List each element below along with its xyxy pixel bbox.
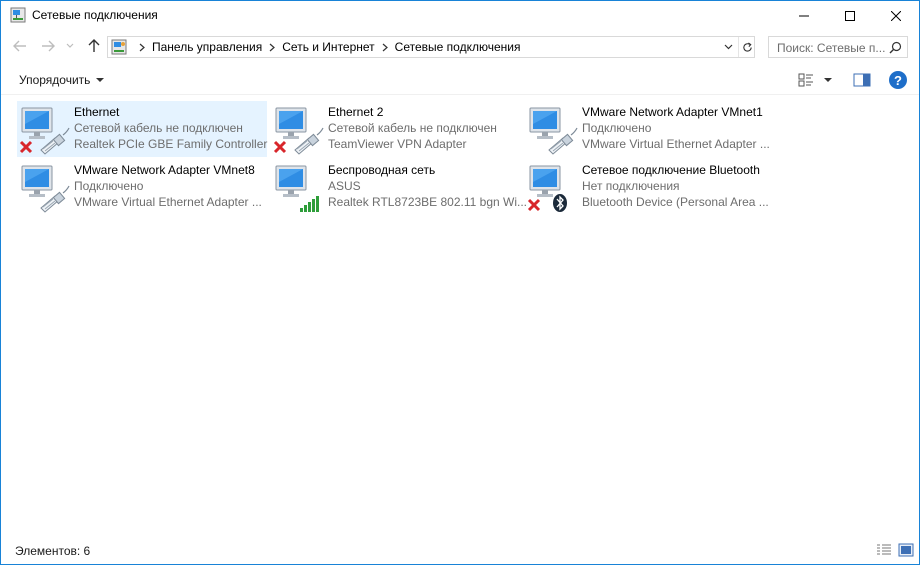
- chevron-right-icon: [139, 43, 145, 51]
- organize-button[interactable]: Упорядочить: [19, 73, 105, 87]
- control-panel-icon: [111, 39, 127, 55]
- bluetooth-adapter-icon: [527, 165, 567, 212]
- organize-label: Упорядочить: [19, 73, 91, 87]
- breadcrumb-item-network-internet[interactable]: Сеть и Интернет: [282, 40, 374, 54]
- chevron-down-icon: [724, 44, 732, 50]
- connection-status: ASUS: [328, 179, 361, 193]
- explorer-window: Сетевые подключения Панель управления Се…: [0, 0, 920, 565]
- ethernet-adapter-icon: [19, 107, 70, 155]
- connection-status: Подключено: [582, 121, 652, 135]
- connection-status: Сетевой кабель не подключен: [74, 121, 243, 135]
- arrow-up-icon: [88, 39, 100, 52]
- chevron-down-icon: [66, 43, 74, 48]
- disconnected-x-icon: [273, 140, 287, 154]
- maximize-button[interactable]: [827, 1, 873, 31]
- connection-name: VMware Network Adapter VMnet1: [582, 105, 763, 119]
- connection-item[interactable]: VMware Network Adapter VMnet1 Подключено V…: [525, 101, 775, 157]
- command-bar: Упорядочить ?: [1, 65, 919, 95]
- connection-text: VMware Network Adapter VMnet8 Подключено V…: [74, 162, 262, 210]
- help-icon[interactable]: ?: [889, 71, 907, 89]
- large-icons-view-icon[interactable]: [898, 543, 914, 557]
- breadcrumb-separator[interactable]: [139, 43, 145, 52]
- search-box[interactable]: Поиск: Сетевые п...: [768, 36, 908, 58]
- title-bar[interactable]: Сетевые подключения: [1, 1, 919, 31]
- connection-name: Ethernet: [74, 105, 120, 119]
- address-bar[interactable]: Панель управления Сеть и Интернет Сетевы…: [107, 36, 755, 58]
- ethernet-adapter-icon: [529, 107, 578, 155]
- forward-button[interactable]: [37, 35, 59, 57]
- connection-item[interactable]: Ethernet 2 Сетевой кабель не подключен Tea…: [271, 101, 521, 157]
- wifi-signal-icon: [300, 196, 319, 212]
- connection-text: Сетевое подключение Bluetooth Нет подключ…: [582, 162, 769, 210]
- connections-list: Ethernet Сетевой кабель не подключен Realt…: [1, 97, 919, 537]
- view-options-caret-icon[interactable]: [824, 78, 832, 82]
- connection-item[interactable]: Сетевое подключение Bluetooth Нет подключ…: [525, 159, 775, 215]
- item-count: Элементов: 6: [15, 544, 91, 558]
- connection-item[interactable]: Ethernet Сетевой кабель не подключен Realt…: [17, 101, 267, 157]
- minimize-button[interactable]: [781, 1, 827, 31]
- refresh-button[interactable]: [738, 37, 755, 57]
- up-button[interactable]: [83, 35, 105, 57]
- ethernet-adapter-icon: [273, 107, 324, 155]
- preview-pane-icon[interactable]: [853, 72, 871, 88]
- connection-device: TeamViewer VPN Adapter: [328, 137, 467, 151]
- connection-text: Ethernet 2 Сетевой кабель не подключен Tea…: [328, 104, 497, 152]
- close-button[interactable]: [873, 1, 919, 31]
- maximize-icon: [845, 11, 855, 21]
- connection-status: Нет подключения: [582, 179, 680, 193]
- disconnected-x-icon: [19, 140, 33, 154]
- connection-status: Сетевой кабель не подключен: [328, 121, 497, 135]
- chevron-right-icon: [269, 43, 276, 51]
- bluetooth-icon: [553, 194, 567, 212]
- connection-device: VMware Virtual Ethernet Adapter ...: [582, 137, 770, 151]
- connection-text: Ethernet Сетевой кабель не подключен Realt…: [74, 104, 267, 152]
- network-connections-icon: [10, 7, 26, 23]
- caret-down-icon: [96, 78, 105, 82]
- wireless-adapter-icon: [275, 165, 319, 212]
- arrow-left-icon: [13, 40, 26, 52]
- details-view-icon[interactable]: [876, 543, 892, 557]
- connection-text: VMware Network Adapter VMnet1 Подключено V…: [582, 104, 770, 152]
- window-title: Сетевые подключения: [32, 8, 158, 22]
- breadcrumb-separator[interactable]: [269, 43, 276, 52]
- connection-item[interactable]: VMware Network Adapter VMnet8 Подключено V…: [17, 159, 267, 215]
- breadcrumb-item-control-panel[interactable]: Панель управления: [152, 40, 262, 54]
- connection-name: Беспроводная сеть: [328, 163, 436, 177]
- connection-name: VMware Network Adapter VMnet8: [74, 163, 255, 177]
- breadcrumb-item-network-connections[interactable]: Сетевые подключения: [395, 40, 521, 54]
- disconnected-x-icon: [527, 198, 541, 212]
- address-history-button[interactable]: [719, 37, 737, 57]
- navigation-bar: Панель управления Сеть и Интернет Сетевы…: [1, 33, 919, 61]
- breadcrumb: Панель управления Сеть и Интернет Сетевы…: [132, 37, 520, 57]
- close-icon: [891, 11, 901, 21]
- change-view-icon[interactable]: [798, 72, 814, 88]
- connection-device: Realtek RTL8723BE 802.11 bgn Wi...: [328, 195, 528, 209]
- connection-device: Bluetooth Device (Personal Area ...: [582, 195, 769, 209]
- minimize-icon: [799, 15, 809, 17]
- connection-item[interactable]: Беспроводная сеть ASUS Realtek RTL8723BE 8…: [271, 159, 527, 215]
- chevron-right-icon: [382, 43, 388, 51]
- connection-status: Подключено: [74, 179, 144, 193]
- recent-locations-button[interactable]: [63, 35, 77, 57]
- connection-name: Сетевое подключение Bluetooth: [582, 163, 760, 177]
- connection-device: VMware Virtual Ethernet Adapter ...: [74, 195, 262, 209]
- arrow-right-icon: [42, 40, 55, 52]
- back-button[interactable]: [9, 35, 31, 57]
- breadcrumb-separator[interactable]: [382, 43, 388, 52]
- connection-name: Ethernet 2: [328, 105, 384, 119]
- status-bar: Элементов: 6: [1, 539, 919, 563]
- ethernet-adapter-icon: [21, 165, 70, 213]
- connection-device: Realtek PCIe GBE Family Controller: [74, 137, 268, 151]
- search-input[interactable]: Поиск: Сетевые п...: [777, 41, 885, 55]
- refresh-icon: [742, 41, 752, 52]
- search-icon: [889, 41, 902, 54]
- connection-text: Беспроводная сеть ASUS Realtek RTL8723BE 8…: [328, 162, 527, 210]
